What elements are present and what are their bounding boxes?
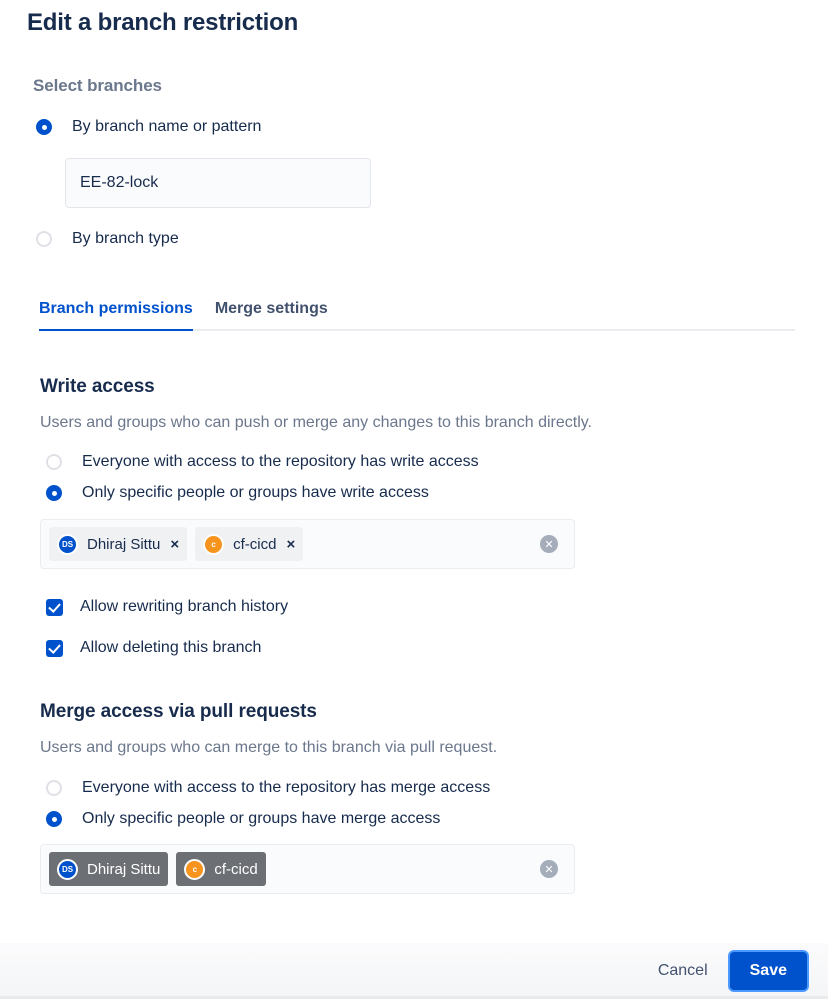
radio-write-specific[interactable]: Only specific people or groups have writ… [46,484,429,502]
tab-bar: Branch permissions Merge settings [39,300,795,331]
radio-off-icon [46,780,62,796]
chip-user[interactable]: DS Dhiraj Sittu × [49,527,188,561]
avatar: c [203,533,225,555]
page-title: Edit a branch restriction [27,9,299,36]
select-branches-label: Select branches [33,76,162,95]
checkbox-checked-icon [46,598,63,616]
chip-group[interactable]: c cf-cicd [176,852,266,886]
checkbox-allow-rewriting-history-label: Allow rewriting branch history [80,598,289,615]
dialog-footer: Cancel Save [0,942,828,999]
merge-access-heading: Merge access via pull requests [40,701,317,722]
radio-merge-everyone[interactable]: Everyone with access to the repository h… [46,779,490,797]
clear-all-icon[interactable]: ✕ [540,860,558,878]
merge-access-description: Users and groups who can merge to this b… [40,739,498,756]
edit-branch-restriction-dialog: Edit a branch restriction Select branche… [0,0,828,999]
close-icon[interactable]: × [286,537,295,552]
radio-on-icon [36,119,52,135]
cancel-button[interactable]: Cancel [648,954,718,988]
avatar: DS [57,533,78,555]
chip-label: Dhiraj Sittu [87,860,161,878]
clear-all-icon[interactable]: ✕ [540,535,558,553]
radio-on-icon [46,485,62,501]
save-button[interactable]: Save [729,952,807,990]
avatar: c [184,858,206,880]
radio-on-icon [46,811,62,827]
radio-by-branch-name-label: By branch name or pattern [72,118,262,135]
chip-label: Dhiraj Sittu [87,535,161,553]
checkbox-allow-deleting-branch-label: Allow deleting this branch [80,639,262,656]
tab-merge-settings[interactable]: Merge settings [215,300,328,331]
branch-pattern-input[interactable] [65,158,371,208]
merge-access-chip-field[interactable]: DS Dhiraj Sittu c cf-cicd ✕ [40,844,575,894]
radio-by-branch-name[interactable]: By branch name or pattern [36,118,261,136]
radio-write-everyone-label: Everyone with access to the repository h… [82,453,479,470]
radio-off-icon [46,454,62,470]
close-icon[interactable]: × [170,537,179,552]
chip-group[interactable]: c cf-cicd × [195,527,304,561]
radio-off-icon [36,231,52,247]
radio-write-specific-label: Only specific people or groups have writ… [82,484,429,501]
write-access-description: Users and groups who can push or merge a… [40,414,592,431]
radio-merge-everyone-label: Everyone with access to the repository h… [82,779,491,796]
tab-branch-permissions[interactable]: Branch permissions [39,300,193,331]
radio-by-branch-type[interactable]: By branch type [36,230,179,248]
chip-user[interactable]: DS Dhiraj Sittu [49,852,169,886]
radio-write-everyone[interactable]: Everyone with access to the repository h… [46,453,479,471]
radio-merge-specific[interactable]: Only specific people or groups have merg… [46,810,440,828]
checkbox-allow-rewriting-history[interactable]: Allow rewriting branch history [46,598,288,616]
checkbox-allow-deleting-branch[interactable]: Allow deleting this branch [46,639,261,657]
chip-label: cf-cicd [233,535,277,553]
chip-label: cf-cicd [214,860,258,878]
write-access-chip-field[interactable]: DS Dhiraj Sittu × c cf-cicd × ✕ [40,519,575,569]
radio-by-branch-type-label: By branch type [72,230,179,247]
radio-merge-specific-label: Only specific people or groups have merg… [82,810,441,827]
checkbox-checked-icon [46,639,63,657]
write-access-heading: Write access [40,376,155,397]
avatar: DS [57,858,78,880]
